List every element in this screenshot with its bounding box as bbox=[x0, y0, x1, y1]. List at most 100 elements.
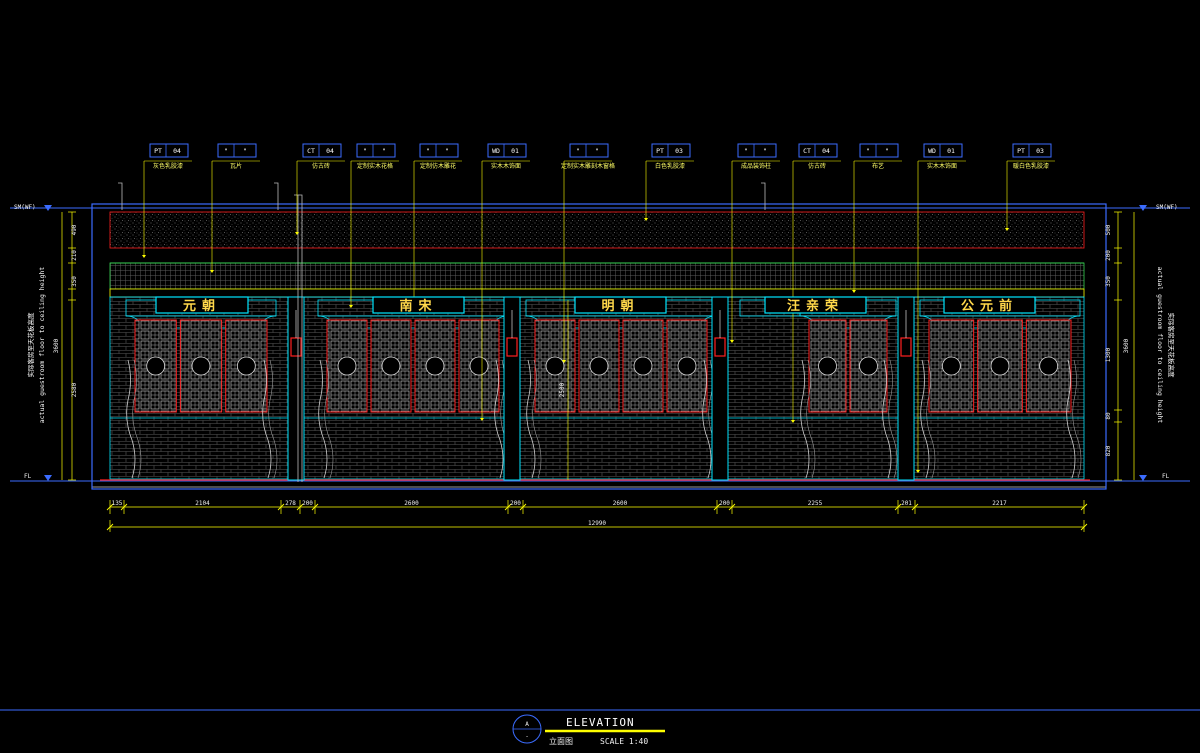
signboard: 汪亲荣 bbox=[764, 296, 867, 314]
callout-number: 04 bbox=[173, 147, 181, 155]
callout-note: 实木木饰面 bbox=[927, 162, 957, 170]
drawing-subtitle-cn: 立面图 bbox=[549, 736, 573, 746]
pillar bbox=[897, 296, 915, 481]
callout-note: 布艺 bbox=[872, 162, 884, 170]
callout-code: PT bbox=[1017, 147, 1025, 155]
bottom-dim-label: 278 bbox=[285, 500, 296, 507]
dim-label: 80 bbox=[1105, 412, 1112, 420]
callout-number: " bbox=[382, 147, 386, 155]
callout-number: " bbox=[595, 147, 599, 155]
bottom-dim-label: 135 bbox=[112, 500, 123, 507]
left-note-en: actual guestroom floor to ceiling height bbox=[38, 267, 46, 424]
callout-note: 成品装饰柱 bbox=[741, 162, 771, 170]
dim-label: 350 bbox=[1105, 276, 1112, 287]
callout-number: 04 bbox=[326, 147, 334, 155]
signboard-text: 公元前 bbox=[961, 298, 1018, 314]
dim-label: 3600 bbox=[53, 338, 60, 353]
bottom-dim-label: 2104 bbox=[195, 500, 210, 507]
callout-note: 暖白色乳胶漆 bbox=[1013, 162, 1049, 170]
callout-code: " bbox=[866, 147, 870, 155]
callout-number: 03 bbox=[675, 147, 683, 155]
dim-label: 2580 bbox=[71, 382, 78, 397]
callout-note: 白色乳胶漆 bbox=[655, 162, 685, 170]
pillar bbox=[711, 296, 729, 481]
callout-note: 定制仿木雕花 bbox=[420, 162, 456, 170]
dim-label: 500 bbox=[1105, 224, 1112, 235]
level-bottom-left: FL bbox=[24, 473, 32, 480]
bottom-dim-label: 2255 bbox=[808, 500, 823, 507]
callout-code: " bbox=[576, 147, 580, 155]
dim-label: 1300 bbox=[1105, 347, 1112, 362]
bottom-dim-label: 200 bbox=[302, 500, 313, 507]
drawing-scale: SCALE 1:40 bbox=[600, 737, 648, 746]
dim-label: 490 bbox=[71, 224, 78, 235]
signboard: 公元前 bbox=[943, 296, 1036, 314]
callout-code: WD bbox=[928, 147, 936, 155]
level-bottom-right: FL bbox=[1162, 473, 1170, 480]
callout-number: " bbox=[763, 147, 767, 155]
bottom-dim-label: 200 bbox=[510, 500, 521, 507]
title-block: A - ELEVATION 立面图 SCALE 1:40 bbox=[0, 709, 1200, 746]
bottom-dim-label: 2600 bbox=[613, 500, 628, 507]
callout-code: PT bbox=[656, 147, 664, 155]
callout-code: " bbox=[224, 147, 228, 155]
callout-note: 实木木饰面 bbox=[491, 162, 521, 170]
callout-code: " bbox=[363, 147, 367, 155]
leader-arrow-icon bbox=[142, 255, 146, 258]
callout-code: CT bbox=[307, 147, 315, 155]
bottom-dim-label: 2600 bbox=[404, 500, 419, 507]
callout-code: WD bbox=[492, 147, 500, 155]
callout-code: PT bbox=[154, 147, 162, 155]
right-side-note: actual guestroom floor to ceiling height… bbox=[1156, 267, 1176, 424]
bottom-dim-label: 2217 bbox=[992, 500, 1007, 507]
signboard-text: 元朝 bbox=[183, 298, 221, 314]
left-side-note: 实际客房至天花板高度 actual guestroom floor to cei… bbox=[26, 267, 46, 424]
inner-dim-label: 2500 bbox=[559, 382, 566, 397]
signboard-text: 明朝 bbox=[601, 298, 639, 314]
callout-note: 瓦片 bbox=[230, 162, 242, 170]
bottom-dim-label: 200 bbox=[719, 500, 730, 507]
dim-label: 210 bbox=[71, 250, 78, 261]
total-dim-label: 12990 bbox=[588, 520, 606, 527]
marker-top: A bbox=[525, 721, 529, 728]
cad-drawing: PT 04 灰色乳胶漆 " " 瓦片 CT 04 仿古砖 " " 定制实木花格 " " 定制仿木雕花 WD 01… bbox=[0, 0, 1200, 749]
callout: PT 03 白色乳胶漆 bbox=[644, 143, 694, 221]
callout-note: 定制实木雕刻木窗格 bbox=[561, 162, 615, 170]
callout-number: 03 bbox=[1036, 147, 1044, 155]
callout-number: " bbox=[243, 147, 247, 155]
dim-label: 350 bbox=[71, 276, 78, 287]
signboard: 元朝 bbox=[155, 296, 249, 314]
level-top-left: SM(WF) bbox=[14, 204, 36, 211]
callout-number: " bbox=[885, 147, 889, 155]
total-dimension: 12990 bbox=[106, 520, 1088, 532]
callout-note: 仿古砖 bbox=[312, 162, 330, 170]
right-note-cn: 实际客房至天花板高度 bbox=[1167, 313, 1176, 379]
dim-label: 820 bbox=[1105, 445, 1112, 456]
left-dimension-chain: 490 210 350 3600 2580 bbox=[53, 211, 78, 481]
level-triangle-icon bbox=[44, 475, 52, 481]
callout-number: 04 bbox=[822, 147, 830, 155]
pillar bbox=[503, 296, 521, 481]
level-triangle-icon bbox=[1139, 475, 1147, 481]
bottom-dim-label: 201 bbox=[901, 500, 912, 507]
left-note-cn: 实际客房至天花板高度 bbox=[26, 312, 35, 378]
callout-code: " bbox=[426, 147, 430, 155]
dim-label: 200 bbox=[1105, 250, 1112, 261]
dim-label: 3600 bbox=[1123, 338, 1130, 353]
callout-note: 仿古砖 bbox=[808, 162, 826, 170]
callout-note: 灰色乳胶漆 bbox=[153, 162, 183, 170]
elevation-svg: PT 04灰色乳胶漆" "瓦片CT 04仿古砖" "定制实木花格" "定制仿木雕花WD 01… bbox=[0, 143, 1200, 746]
signboard-text: 南宋 bbox=[399, 298, 437, 314]
bottom-dimension-chain: 135 2104 278 200 2600 200 2600 200 2255 201 2217 bbox=[106, 500, 1088, 514]
signboard: 明朝 bbox=[574, 296, 667, 314]
level-top-right: SM(WF) bbox=[1156, 204, 1178, 211]
callout-code: " bbox=[744, 147, 748, 155]
callout-note: 定制实木花格 bbox=[357, 162, 393, 170]
callout-code: CT bbox=[803, 147, 811, 155]
signboard: 南宋 bbox=[372, 296, 465, 314]
drawing-title: ELEVATION bbox=[566, 716, 635, 729]
marker-bottom: - bbox=[525, 733, 529, 740]
right-dimension-chain: 500 200 350 3600 1300 80 820 bbox=[1105, 211, 1135, 481]
callout-number: 01 bbox=[511, 147, 519, 155]
callout-number: " bbox=[445, 147, 449, 155]
